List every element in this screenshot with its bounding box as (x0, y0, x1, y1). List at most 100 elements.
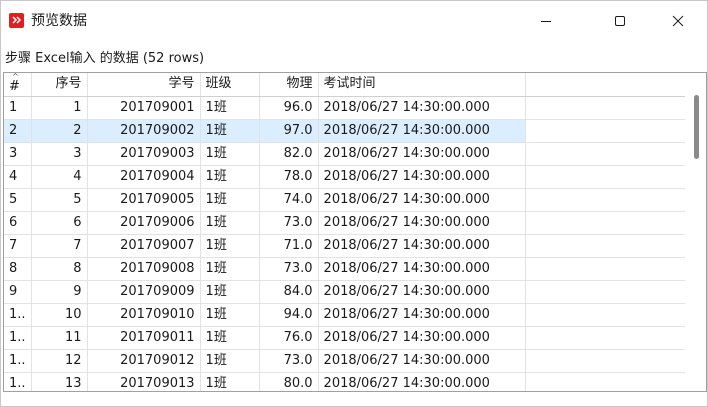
table-row[interactable]: 8 8 201709008 1班 73.0 2018/06/27 14:30:00.000 (4, 257, 686, 281)
cell-exam-time[interactable]: 2018/06/27 14:30:00.000 (318, 234, 526, 258)
column-header-exam-time[interactable]: 考试时间 (318, 73, 526, 97)
minimize-button[interactable] (523, 1, 569, 41)
cell-exam-time[interactable]: 2018/06/27 14:30:00.000 (318, 188, 526, 212)
cell-index[interactable]: 6 (4, 211, 32, 235)
table-row[interactable]: 2 2 201709002 1班 97.0 2018/06/27 14:30:00.000 (4, 119, 686, 143)
table-row[interactable]: 1.. 12 201709012 1班 73.0 2018/06/27 14:30:00.… (4, 349, 686, 373)
cell-physics[interactable]: 82.0 (259, 142, 319, 166)
cell-index[interactable]: 7 (4, 234, 32, 258)
cell-seq[interactable]: 8 (31, 257, 88, 281)
cell-physics[interactable]: 74.0 (259, 188, 319, 212)
cell-class[interactable]: 1班 (200, 280, 260, 304)
cell-exam-time[interactable]: 2018/06/27 14:30:00.000 (318, 349, 526, 373)
column-header-class[interactable]: 班级 (200, 73, 260, 97)
cell-class[interactable]: 1班 (200, 165, 260, 189)
cell-class[interactable]: 1班 (200, 211, 260, 235)
cell-physics[interactable]: 97.0 (259, 119, 319, 143)
cell-physics[interactable]: 73.0 (259, 349, 319, 373)
cell-physics[interactable]: 94.0 (259, 303, 319, 327)
title-bar[interactable]: 预览数据 (1, 1, 707, 41)
cell-student-id[interactable]: 201709013 (87, 372, 201, 391)
vertical-scrollbar[interactable] (689, 73, 706, 391)
cell-exam-time[interactable]: 2018/06/27 14:30:00.000 (318, 372, 526, 391)
cell-seq[interactable]: 12 (31, 349, 88, 373)
cell-class[interactable]: 1班 (200, 326, 260, 350)
cell-exam-time[interactable]: 2018/06/27 14:30:00.000 (318, 119, 526, 143)
cell-index[interactable]: 1.. (4, 372, 32, 391)
cell-index[interactable]: 4 (4, 165, 32, 189)
cell-index[interactable]: 5 (4, 188, 32, 212)
cell-index[interactable]: 1.. (4, 349, 32, 373)
table-row[interactable]: 4 4 201709004 1班 78.0 2018/06/27 14:30:00.000 (4, 165, 686, 189)
cell-class[interactable]: 1班 (200, 303, 260, 327)
cell-exam-time[interactable]: 2018/06/27 14:30:00.000 (318, 257, 526, 281)
cell-student-id[interactable]: 201709010 (87, 303, 201, 327)
data-grid[interactable]: ^ # 序号 学号 班级 物理 考试时间 1 1 201709001 1班 96.0 20… (3, 72, 707, 392)
cell-student-id[interactable]: 201709009 (87, 280, 201, 304)
cell-index[interactable]: 1.. (4, 303, 32, 327)
table-row[interactable]: 1.. 10 201709010 1班 94.0 2018/06/27 14:30:00.… (4, 303, 686, 327)
cell-index[interactable]: 9 (4, 280, 32, 304)
cell-student-id[interactable]: 201709007 (87, 234, 201, 258)
table-row[interactable]: 7 7 201709007 1班 71.0 2018/06/27 14:30:00.000 (4, 234, 686, 258)
cell-seq[interactable]: 9 (31, 280, 88, 304)
cell-seq[interactable]: 11 (31, 326, 88, 350)
cell-student-id[interactable]: 201709012 (87, 349, 201, 373)
table-row[interactable]: 6 6 201709006 1班 73.0 2018/06/27 14:30:00.000 (4, 211, 686, 235)
cell-seq[interactable]: 6 (31, 211, 88, 235)
cell-seq[interactable]: 5 (31, 188, 88, 212)
cell-physics[interactable]: 78.0 (259, 165, 319, 189)
cell-student-id[interactable]: 201709008 (87, 257, 201, 281)
cell-student-id[interactable]: 201709011 (87, 326, 201, 350)
cell-exam-time[interactable]: 2018/06/27 14:30:00.000 (318, 280, 526, 304)
cell-seq[interactable]: 10 (31, 303, 88, 327)
maximize-button[interactable] (597, 1, 643, 41)
cell-exam-time[interactable]: 2018/06/27 14:30:00.000 (318, 96, 526, 120)
cell-physics[interactable]: 96.0 (259, 96, 319, 120)
cell-seq[interactable]: 4 (31, 165, 88, 189)
cell-exam-time[interactable]: 2018/06/27 14:30:00.000 (318, 142, 526, 166)
cell-index[interactable]: 2 (4, 119, 32, 143)
cell-exam-time[interactable]: 2018/06/27 14:30:00.000 (318, 326, 526, 350)
cell-exam-time[interactable]: 2018/06/27 14:30:00.000 (318, 211, 526, 235)
cell-class[interactable]: 1班 (200, 96, 260, 120)
cell-student-id[interactable]: 201709003 (87, 142, 201, 166)
table-row[interactable]: 3 3 201709003 1班 82.0 2018/06/27 14:30:00.000 (4, 142, 686, 166)
cell-physics[interactable]: 76.0 (259, 326, 319, 350)
cell-physics[interactable]: 80.0 (259, 372, 319, 391)
cell-index[interactable]: 1 (4, 96, 32, 120)
column-header-seq[interactable]: 序号 (31, 73, 88, 97)
table-row[interactable]: 1 1 201709001 1班 96.0 2018/06/27 14:30:00.000 (4, 96, 686, 120)
cell-class[interactable]: 1班 (200, 142, 260, 166)
cell-class[interactable]: 1班 (200, 349, 260, 373)
cell-student-id[interactable]: 201709005 (87, 188, 201, 212)
cell-class[interactable]: 1班 (200, 257, 260, 281)
cell-class[interactable]: 1班 (200, 372, 260, 391)
table-row[interactable]: 9 9 201709009 1班 84.0 2018/06/27 14:30:00.000 (4, 280, 686, 304)
cell-student-id[interactable]: 201709004 (87, 165, 201, 189)
cell-physics[interactable]: 84.0 (259, 280, 319, 304)
column-header-student-id[interactable]: 学号 (87, 73, 201, 97)
cell-exam-time[interactable]: 2018/06/27 14:30:00.000 (318, 303, 526, 327)
cell-index[interactable]: 1.. (4, 326, 32, 350)
cell-seq[interactable]: 3 (31, 142, 88, 166)
cell-class[interactable]: 1班 (200, 188, 260, 212)
cell-class[interactable]: 1班 (200, 119, 260, 143)
cell-physics[interactable]: 71.0 (259, 234, 319, 258)
column-header-index[interactable]: ^ # (4, 73, 32, 97)
table-row[interactable]: 1.. 11 201709011 1班 76.0 2018/06/27 14:30:00.… (4, 326, 686, 350)
cell-seq[interactable]: 1 (31, 96, 88, 120)
scrollbar-thumb[interactable] (694, 95, 699, 159)
close-button[interactable] (655, 1, 701, 41)
cell-student-id[interactable]: 201709002 (87, 119, 201, 143)
cell-seq[interactable]: 7 (31, 234, 88, 258)
cell-index[interactable]: 8 (4, 257, 32, 281)
cell-seq[interactable]: 13 (31, 372, 88, 391)
table-row[interactable]: 5 5 201709005 1班 74.0 2018/06/27 14:30:00.000 (4, 188, 686, 212)
cell-index[interactable]: 3 (4, 142, 32, 166)
cell-physics[interactable]: 73.0 (259, 211, 319, 235)
cell-student-id[interactable]: 201709001 (87, 96, 201, 120)
cell-student-id[interactable]: 201709006 (87, 211, 201, 235)
table-row[interactable]: 1.. 13 201709013 1班 80.0 2018/06/27 14:30:00.… (4, 372, 686, 391)
cell-physics[interactable]: 73.0 (259, 257, 319, 281)
